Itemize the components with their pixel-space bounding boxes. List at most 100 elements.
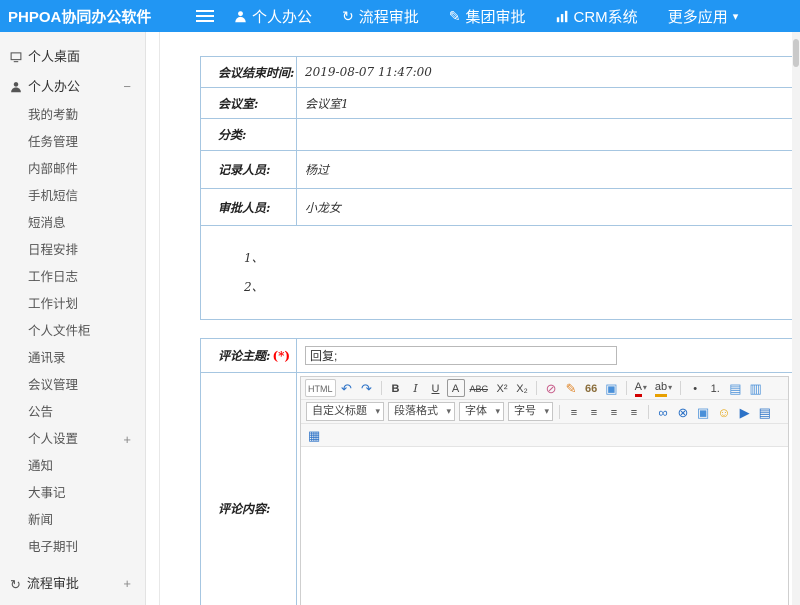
sidebar-item-attendance[interactable]: 我的考勤	[0, 102, 145, 129]
sidebar-item-announcement[interactable]: 公告	[0, 399, 145, 426]
nav-label: 流程审批	[359, 6, 419, 27]
font-size-select[interactable]: 字号	[508, 402, 553, 421]
expand-icon[interactable]: +	[123, 569, 131, 599]
comment-subject-input[interactable]	[305, 346, 617, 365]
toolbar-separator	[559, 405, 560, 419]
nav-more-apps[interactable]: 更多应用 ▾	[668, 6, 739, 27]
insert-media-button[interactable]: ▶	[736, 403, 754, 421]
field-label: 审批人员:	[201, 189, 297, 225]
sidebar-item-notification[interactable]: 通知	[0, 453, 145, 480]
sidebar-item-short-message[interactable]: 短消息	[0, 210, 145, 237]
toolbar-separator	[381, 381, 382, 395]
unordered-list-button[interactable]: •	[686, 379, 704, 397]
sidebar-item-label: 流程审批	[27, 569, 79, 599]
content-line: 1、	[244, 244, 792, 273]
editor-toolbar-row2: 自定义标题 段落格式 字体 字号 ≡ ≡ ≡ ≡ ∞ ⊗ ▣ ☺	[301, 400, 788, 424]
sidebar-item-desktop[interactable]: 个人桌面	[0, 42, 145, 72]
remove-format-button[interactable]: ⊘	[542, 379, 560, 397]
desktop-icon	[10, 51, 22, 63]
paste-word-button[interactable]: ▥	[746, 379, 764, 397]
menu-toggle-icon[interactable]	[196, 15, 214, 17]
expand-icon[interactable]: +	[123, 426, 131, 453]
field-value: 杨过	[297, 151, 792, 188]
sidebar-item-e-journal[interactable]: 电子期刊	[0, 534, 145, 561]
sidebar-item-work-log[interactable]: 工作日志	[0, 264, 145, 291]
insert-table-button[interactable]: ▦	[305, 426, 323, 444]
rich-text-editor: HTML ↶ ↷ B I U A ABC X² X₂ ⊘ ✎	[300, 376, 789, 605]
sidebar-item-sms[interactable]: 手机短信	[0, 183, 145, 210]
sidebar-item-personal-settings[interactable]: 个人设置 +	[0, 426, 145, 453]
sidebar-item-workflow-approval[interactable]: ↻ 流程审批 +	[0, 569, 145, 599]
bar-chart-icon	[556, 10, 569, 23]
font-color-glyph: A	[635, 380, 642, 397]
sidebar-item-meeting-management[interactable]: 会议管理	[0, 372, 145, 399]
paste-button[interactable]: ▤	[726, 379, 744, 397]
page-break-button[interactable]: ▣	[602, 379, 620, 397]
collapse-icon[interactable]: −	[123, 72, 131, 102]
sidebar-item-work-plan[interactable]: 工作计划	[0, 291, 145, 318]
blockquote-button[interactable]: 66	[582, 379, 600, 397]
bold-button[interactable]: B	[387, 379, 405, 397]
toolbar-separator	[626, 381, 627, 395]
app-title: PHPOA协同办公软件	[0, 6, 190, 27]
table-row: 审批人员: 小龙女	[201, 189, 792, 226]
char-border-button[interactable]: A	[447, 379, 465, 397]
superscript-button[interactable]: X²	[493, 379, 511, 397]
strikethrough-button[interactable]: ABC	[467, 379, 492, 397]
scrollbar-thumb[interactable]	[793, 39, 799, 67]
nav-label: 个人办公	[252, 6, 312, 27]
required-mark: (*)	[272, 349, 290, 363]
sidebar: 个人桌面 个人办公 − 我的考勤 任务管理 内部邮件 手机短信 短消息 日程安排…	[0, 32, 146, 605]
highlight-color-button[interactable]: ab▾	[652, 379, 675, 397]
refresh-icon: ↻	[10, 578, 21, 591]
comment-content-area[interactable]	[301, 447, 788, 605]
toolbar-separator	[648, 405, 649, 419]
remove-link-button[interactable]: ⊗	[674, 403, 692, 421]
ordered-list-button[interactable]: 1.	[706, 379, 724, 397]
nav-workflow-approval[interactable]: ↻ 流程审批	[342, 6, 419, 27]
subscript-button[interactable]: X₂	[513, 379, 531, 397]
format-painter-button[interactable]: ✎	[562, 379, 580, 397]
field-value	[297, 119, 792, 150]
italic-button[interactable]: I	[407, 379, 425, 397]
emoticon-button[interactable]: ☺	[714, 403, 733, 421]
insert-link-button[interactable]: ∞	[654, 403, 672, 421]
nav-personal-office[interactable]: 个人办公	[234, 6, 312, 27]
refresh-icon: ↻	[342, 9, 354, 23]
table-row: 分类:	[201, 119, 792, 151]
html-source-button[interactable]: HTML	[305, 379, 336, 397]
field-label: 分类:	[201, 119, 297, 150]
insert-image-button[interactable]: ▣	[694, 403, 712, 421]
align-left-button[interactable]: ≡	[565, 403, 583, 421]
sidebar-item-major-events[interactable]: 大事记	[0, 480, 145, 507]
redo-button[interactable]: ↷	[358, 379, 376, 397]
vertical-scrollbar[interactable]	[792, 32, 800, 605]
sidebar-item-personal-office[interactable]: 个人办公 −	[0, 72, 145, 102]
sidebar-item-file-cabinet[interactable]: 个人文件柜	[0, 318, 145, 345]
align-right-button[interactable]: ≡	[605, 403, 623, 421]
undo-button[interactable]: ↶	[338, 379, 356, 397]
nav-crm-system[interactable]: CRM系统	[556, 6, 638, 27]
sidebar-item-label: 个人办公	[28, 72, 80, 102]
sidebar-item-task-management[interactable]: 任务管理	[0, 129, 145, 156]
underline-button[interactable]: U	[427, 379, 445, 397]
meeting-detail-table: 会议结束时间: 2019-08-07 11:47:00 会议室: 会议室1 分类…	[200, 56, 793, 320]
chevron-down-icon: ▾	[643, 379, 647, 397]
topbar: PHPOA协同办公软件 个人办公 ↻ 流程审批 ✎ 集团审批 CRM系统 更多应…	[0, 0, 800, 32]
sidebar-item-contacts[interactable]: 通讯录	[0, 345, 145, 372]
nav-group-approval[interactable]: ✎ 集团审批	[449, 6, 526, 27]
paragraph-format-select[interactable]: 段落格式	[388, 402, 455, 421]
align-center-button[interactable]: ≡	[585, 403, 603, 421]
sidebar-item-news[interactable]: 新闻	[0, 507, 145, 534]
align-justify-button[interactable]: ≡	[625, 403, 643, 421]
comment-subject-cell	[297, 339, 792, 372]
heading-select[interactable]: 自定义标题	[306, 402, 384, 421]
font-family-select[interactable]: 字体	[459, 402, 504, 421]
sidebar-item-internal-mail[interactable]: 内部邮件	[0, 156, 145, 183]
table-row: 会议结束时间: 2019-08-07 11:47:00	[201, 57, 792, 88]
editor-toolbar-row3: ▦	[301, 424, 788, 447]
field-label: 会议室:	[201, 88, 297, 118]
font-color-button[interactable]: A▾	[632, 379, 650, 397]
sidebar-item-schedule[interactable]: 日程安排	[0, 237, 145, 264]
save-button[interactable]: ▤	[756, 403, 774, 421]
